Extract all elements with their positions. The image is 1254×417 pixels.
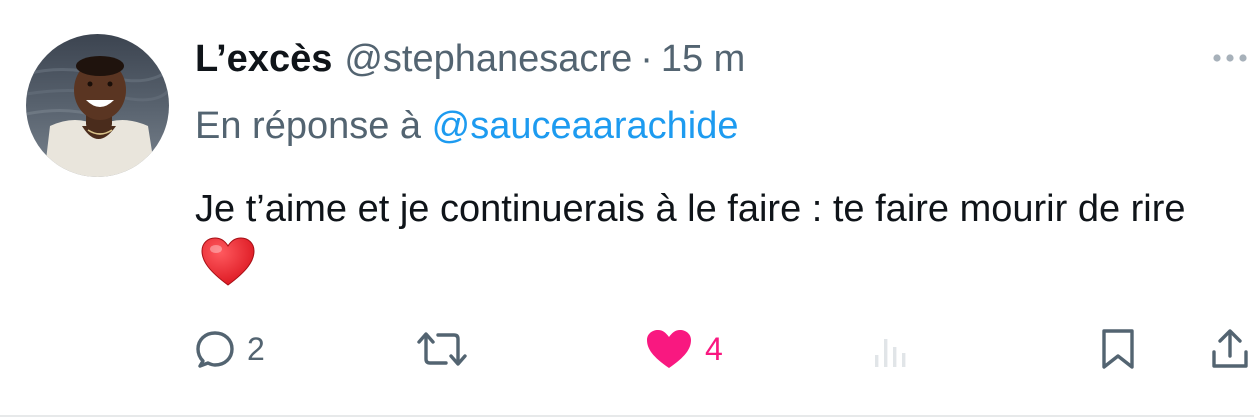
more-icon bbox=[1213, 54, 1247, 62]
reply-count: 2 bbox=[247, 330, 265, 367]
retweet-button[interactable] bbox=[416, 324, 480, 374]
reply-context: En réponse à @sauceaarachide bbox=[195, 103, 739, 149]
reply-prefix: En réponse à bbox=[195, 105, 422, 147]
avatar-image bbox=[26, 34, 169, 177]
tweet-actions: 2 4 bbox=[0, 324, 1254, 374]
analytics-icon bbox=[875, 339, 906, 367]
tweet-text: Je t’aime et je continuerais à le faire … bbox=[195, 182, 1205, 293]
tweet[interactable]: L’excès @stephanesacre · 15 m En réponse… bbox=[0, 0, 1254, 417]
like-button[interactable]: 4 bbox=[645, 324, 723, 374]
like-count: 4 bbox=[705, 330, 723, 367]
separator-dot: · bbox=[640, 38, 653, 80]
share-icon bbox=[1212, 329, 1248, 368]
reply-mention-link[interactable]: @sauceaarachide bbox=[432, 105, 739, 147]
retweet-icon bbox=[417, 332, 467, 366]
share-button[interactable] bbox=[1210, 324, 1250, 374]
timestamp[interactable]: 15 m bbox=[661, 36, 745, 82]
display-name[interactable]: L’excès bbox=[195, 36, 332, 82]
tweet-header: L’excès @stephanesacre · 15 m bbox=[195, 36, 745, 82]
reply-icon bbox=[196, 331, 234, 368]
avatar[interactable] bbox=[26, 34, 169, 177]
bookmark-icon bbox=[1102, 329, 1134, 369]
red-heart-emoji bbox=[201, 237, 255, 287]
bookmark-button[interactable] bbox=[1100, 324, 1136, 374]
reply-button[interactable]: 2 bbox=[195, 324, 265, 374]
tweet-text-content: Je t’aime et je continuerais à le faire … bbox=[195, 188, 1186, 230]
more-options-button[interactable] bbox=[1212, 48, 1252, 68]
views-button[interactable] bbox=[872, 324, 924, 374]
heart-icon bbox=[647, 330, 691, 368]
user-handle[interactable]: @stephanesacre bbox=[344, 36, 632, 82]
